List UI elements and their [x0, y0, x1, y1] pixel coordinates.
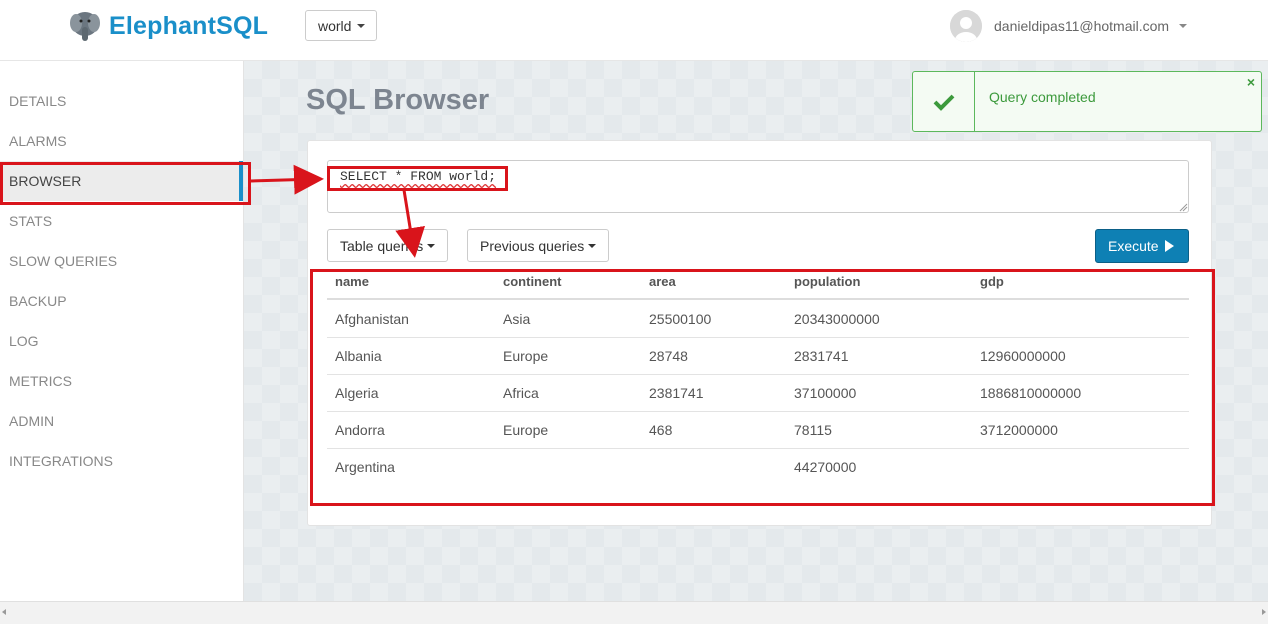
- arrow-to-results: [395, 189, 425, 258]
- scroll-right-icon[interactable]: [1262, 609, 1266, 615]
- scroll-left-icon[interactable]: [2, 609, 6, 615]
- horizontal-scrollbar[interactable]: [0, 601, 1268, 624]
- annotation-arrows: [250, 164, 425, 258]
- arrow-to-query: [250, 164, 324, 195]
